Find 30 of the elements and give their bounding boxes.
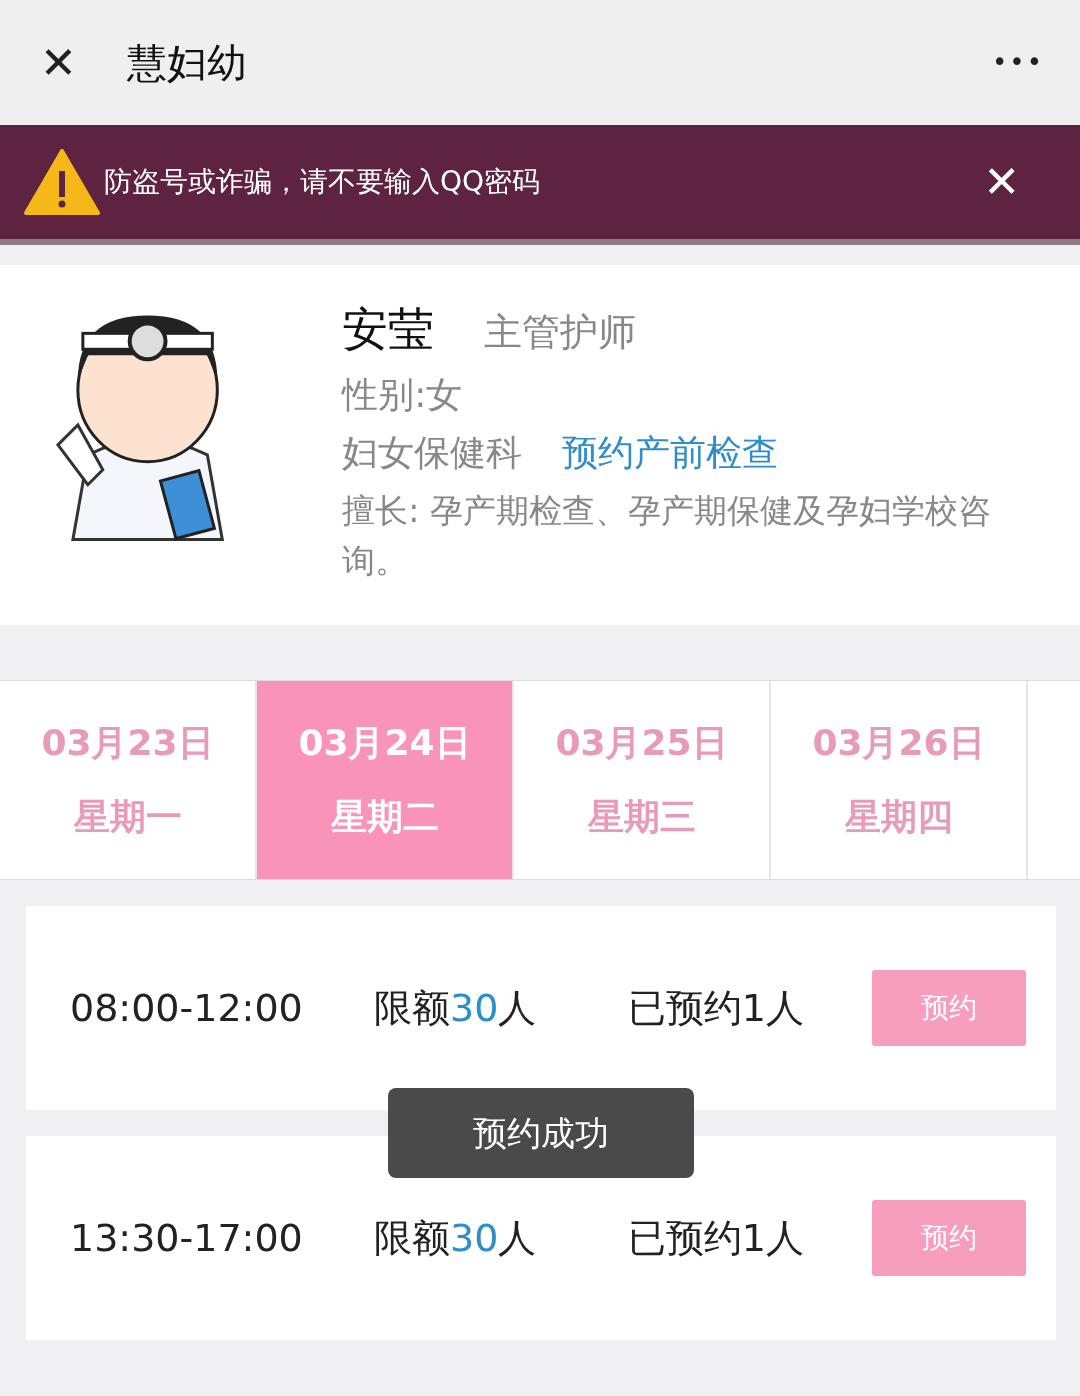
tab-weekday: 星期三 [587, 795, 696, 839]
slot-time: 13:30-17:00 [70, 1214, 304, 1262]
tab-weekday: 星期二 [330, 795, 439, 839]
doctor-department: 妇女保健科 [342, 432, 523, 473]
slot-booked: 已预约1人 [627, 1214, 804, 1262]
doctor-specialty: 擅长: 孕产期检查、孕产期保健及孕妇学校咨询。 [342, 490, 992, 582]
tab-date: 03月26日 [812, 721, 985, 765]
appointment-link[interactable]: 预约产前检查 [562, 432, 779, 473]
close-button[interactable]: ✕ [30, 40, 87, 85]
slot-quota: 限额30人 [374, 984, 538, 1032]
toast-message: 预约成功 [388, 1088, 694, 1178]
close-warning-button[interactable]: ✕ [947, 160, 1056, 204]
slot-booked: 已预约1人 [627, 984, 804, 1032]
doctor-gender: 性别:女 [342, 373, 464, 417]
page-title: 慧妇幼 [126, 38, 247, 88]
tab-date: 03月23日 [41, 721, 214, 765]
tab-date: 03月24日 [298, 721, 471, 765]
date-tab[interactable]: 03月24日 星期二 [257, 681, 514, 879]
book-button[interactable]: 预约 [872, 970, 1026, 1046]
more-button[interactable]: ••• [986, 42, 1050, 83]
tab-date: 03月25日 [555, 721, 728, 765]
warning-text: 防盗号或诈骗，请不要输入QQ密码 [104, 164, 541, 200]
doctor-name: 安莹 [342, 301, 435, 358]
tab-weekday: 星期四 [844, 795, 953, 839]
book-button[interactable]: 预约 [872, 1200, 1026, 1276]
slot-quota: 限额30人 [374, 1214, 538, 1262]
warning-icon [24, 149, 100, 215]
tab-weekday: 星期一 [73, 795, 182, 839]
slot-time: 08:00-12:00 [70, 984, 304, 1032]
doctor-title: 主管护师 [484, 309, 637, 356]
